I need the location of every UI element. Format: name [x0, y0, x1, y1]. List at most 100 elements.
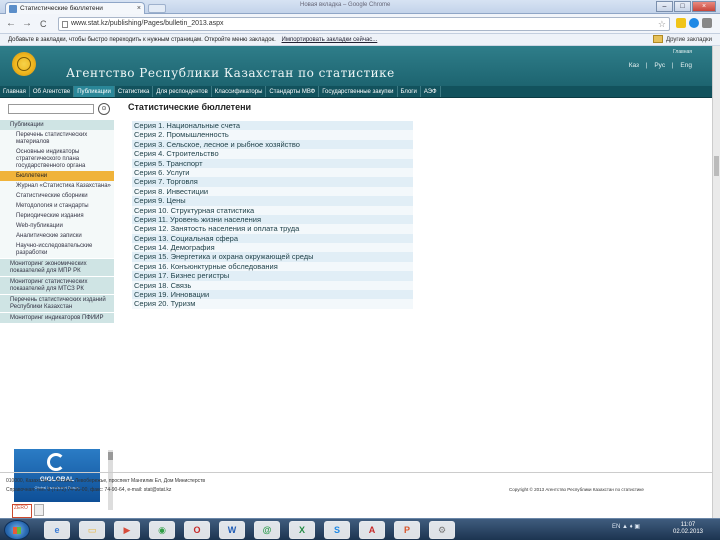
minimize-button[interactable]: –	[656, 1, 673, 12]
series-link[interactable]: Серия 10. Структурная статистика	[132, 205, 413, 215]
series-link[interactable]: Серия 17. Бизнес регистры	[132, 271, 413, 281]
address-bar[interactable]: www.stat.kz/publishing/Pages/bulletin_20…	[58, 17, 670, 31]
left-menu-item[interactable]: Аналитические записки	[0, 231, 114, 241]
taskbar-app-icon[interactable]: ▭	[79, 521, 105, 539]
series-link[interactable]: Серия 2. Промышленность	[132, 130, 413, 140]
counter-icon	[34, 504, 44, 516]
left-menu-item[interactable]: Мониторинг статистических показателей дл…	[0, 276, 114, 294]
left-menu-item[interactable]: Основные индикаторы стратегического план…	[0, 147, 114, 171]
nav-item[interactable]: АЭФ	[421, 86, 441, 97]
search-input[interactable]	[8, 104, 94, 114]
taskbar-app-icon[interactable]: W	[219, 521, 245, 539]
browser-tab-strip: Статистические бюллетени × Новая вкладка…	[0, 0, 720, 14]
taskbar-app-icon[interactable]: ⚙	[429, 521, 455, 539]
window-title: Новая вкладка – Google Chrome	[300, 2, 391, 8]
skype-icon[interactable]	[689, 18, 699, 28]
new-tab-button[interactable]	[148, 4, 166, 13]
series-link[interactable]: Серия 8. Инвестиции	[132, 186, 413, 197]
nav-item[interactable]: Об Агентстве	[30, 86, 75, 97]
left-menu-item[interactable]: Методология и стандарты	[0, 201, 114, 211]
series-link[interactable]: Серия 20. Туризм	[132, 299, 413, 309]
lang-kaz[interactable]: Каз	[629, 62, 639, 69]
extension-icon[interactable]	[676, 18, 686, 28]
left-menu-item[interactable]: Web-публикации	[0, 221, 114, 231]
series-link[interactable]: Серия 6. Услуги	[132, 167, 413, 178]
bulletin-series-list: Серия 1. Национальные счета Серия 2. Пром…	[132, 121, 413, 309]
back-button[interactable]: ←	[6, 17, 16, 31]
taskbar-app-icon[interactable]: X	[289, 521, 315, 539]
taskbar-app-icon[interactable]: P	[394, 521, 420, 539]
series-link[interactable]: Серия 1. Национальные счета	[132, 121, 413, 131]
lang-rus[interactable]: Рус	[654, 62, 665, 69]
taskbar-app-icon[interactable]: @	[254, 521, 280, 539]
system-tray[interactable]: EN ▲ ♦ ▣	[612, 523, 640, 530]
browser-tab[interactable]: Статистические бюллетени ×	[5, 2, 145, 14]
browser-toolbar: ← → C www.stat.kz/publishing/Pages/bulle…	[0, 14, 720, 34]
other-bookmarks-folder[interactable]: Другие закладки	[653, 34, 712, 45]
scrollbar-thumb[interactable]	[714, 156, 719, 176]
left-menu-heading[interactable]: Публикации	[0, 120, 114, 130]
clock-date: 02.02.2013	[672, 529, 704, 535]
nav-item[interactable]: Блоги	[398, 86, 421, 97]
series-link[interactable]: Серия 7. Торговля	[132, 177, 413, 187]
series-link[interactable]: Серия 14. Демография	[132, 243, 413, 253]
site-banner: Агентство Республики Казахстан по статис…	[0, 46, 712, 86]
home-link[interactable]: Главная	[673, 49, 692, 55]
left-menu-item[interactable]: Журнал «Статистика Казахстана»	[0, 181, 114, 191]
site-footer: 010000, Казахстан, г. Астана, Левобережь…	[0, 472, 712, 500]
menu-wrench-icon[interactable]	[702, 18, 712, 28]
taskbar-app-icon[interactable]: e	[44, 521, 70, 539]
lang-eng[interactable]: Eng	[680, 62, 692, 69]
left-menu-item[interactable]: Мониторинг экономических показателей для…	[0, 258, 114, 276]
nav-item[interactable]: Главная	[0, 86, 30, 97]
series-link[interactable]: Серия 13. Социальная сфера	[132, 233, 413, 244]
taskbar-app-icon[interactable]: A	[359, 521, 385, 539]
series-link[interactable]: Серия 12. Занятость населения и оплата т…	[132, 224, 413, 234]
nav-item[interactable]: Государственные закупки	[319, 86, 398, 97]
footer-copyright: Copyright © 2013 Агентство Республики Ка…	[509, 487, 644, 492]
left-menu-item[interactable]: Перечень статистических изданий Республи…	[0, 294, 114, 312]
series-link[interactable]: Серия 5. Транспорт	[132, 158, 413, 168]
taskbar-app-icon[interactable]: S	[324, 521, 350, 539]
taskbar-app-icon[interactable]: ▶	[114, 521, 140, 539]
zero-counter-badge[interactable]: ZERO	[12, 504, 32, 518]
series-link[interactable]: Серия 15. Энергетика и охрана окружающей…	[132, 252, 413, 262]
close-window-button[interactable]: ×	[692, 1, 716, 12]
start-button[interactable]	[4, 520, 30, 540]
left-menu-item[interactable]: Научно-исследовательские разработки	[0, 241, 114, 258]
left-menu-item[interactable]: Статистические сборники	[0, 191, 114, 201]
left-menu-item[interactable]: Периодические издания	[0, 211, 114, 221]
tab-close-icon[interactable]: ×	[137, 3, 141, 14]
nav-item[interactable]: Стандарты МВФ	[266, 86, 320, 97]
nav-item[interactable]: Публикации	[74, 86, 115, 97]
page-title: Статистические бюллетени	[128, 102, 252, 112]
emblem-logo[interactable]	[12, 52, 36, 76]
search-button[interactable]: ⊙	[98, 103, 110, 115]
site-title: Агентство Республики Казахстан по статис…	[66, 66, 395, 80]
nav-item[interactable]: Статистика	[115, 86, 154, 97]
left-menu-item[interactable]: Перечень статистических материалов	[0, 130, 114, 147]
maximize-button[interactable]: □	[674, 1, 691, 12]
series-link[interactable]: Серия 18. Связь	[132, 280, 413, 291]
bookmark-star-icon[interactable]: ☆	[658, 18, 666, 30]
series-link[interactable]: Серия 9. Цены	[132, 196, 413, 206]
page-scrollbar[interactable]	[712, 46, 720, 518]
reload-button[interactable]: C	[40, 17, 47, 31]
left-menu-item[interactable]: Мониторинг индикаторов ПФИИР	[0, 312, 114, 323]
taskbar-clock[interactable]: 11:07 02.02.2013	[668, 522, 708, 536]
taskbar-app-icon[interactable]: O	[184, 521, 210, 539]
series-link[interactable]: Серия 19. Инновации	[132, 290, 413, 300]
taskbar-app-icon[interactable]: ◉	[149, 521, 175, 539]
series-link[interactable]: Серия 16. Конъюнктурные обследования	[132, 261, 413, 272]
series-link[interactable]: Серия 4. Строительство	[132, 149, 413, 159]
series-link[interactable]: Серия 3. Сельское, лесное и рыбное хозяй…	[132, 139, 413, 150]
promo-logo-icon	[47, 453, 65, 471]
nav-item[interactable]: Классификаторы	[212, 86, 267, 97]
nav-item[interactable]: Для респондентов	[153, 86, 212, 97]
forward-button[interactable]: →	[22, 17, 32, 31]
import-bookmarks-link[interactable]: Импортировать закладки сейчас...	[282, 37, 378, 43]
url-text: www.stat.kz/publishing/Pages/bulletin_20…	[71, 20, 224, 27]
series-link[interactable]: Серия 11. Уровень жизни населения	[132, 214, 413, 225]
left-menu-item[interactable]: Бюллетени	[0, 171, 114, 181]
tab-title: Статистические бюллетени	[20, 5, 103, 12]
